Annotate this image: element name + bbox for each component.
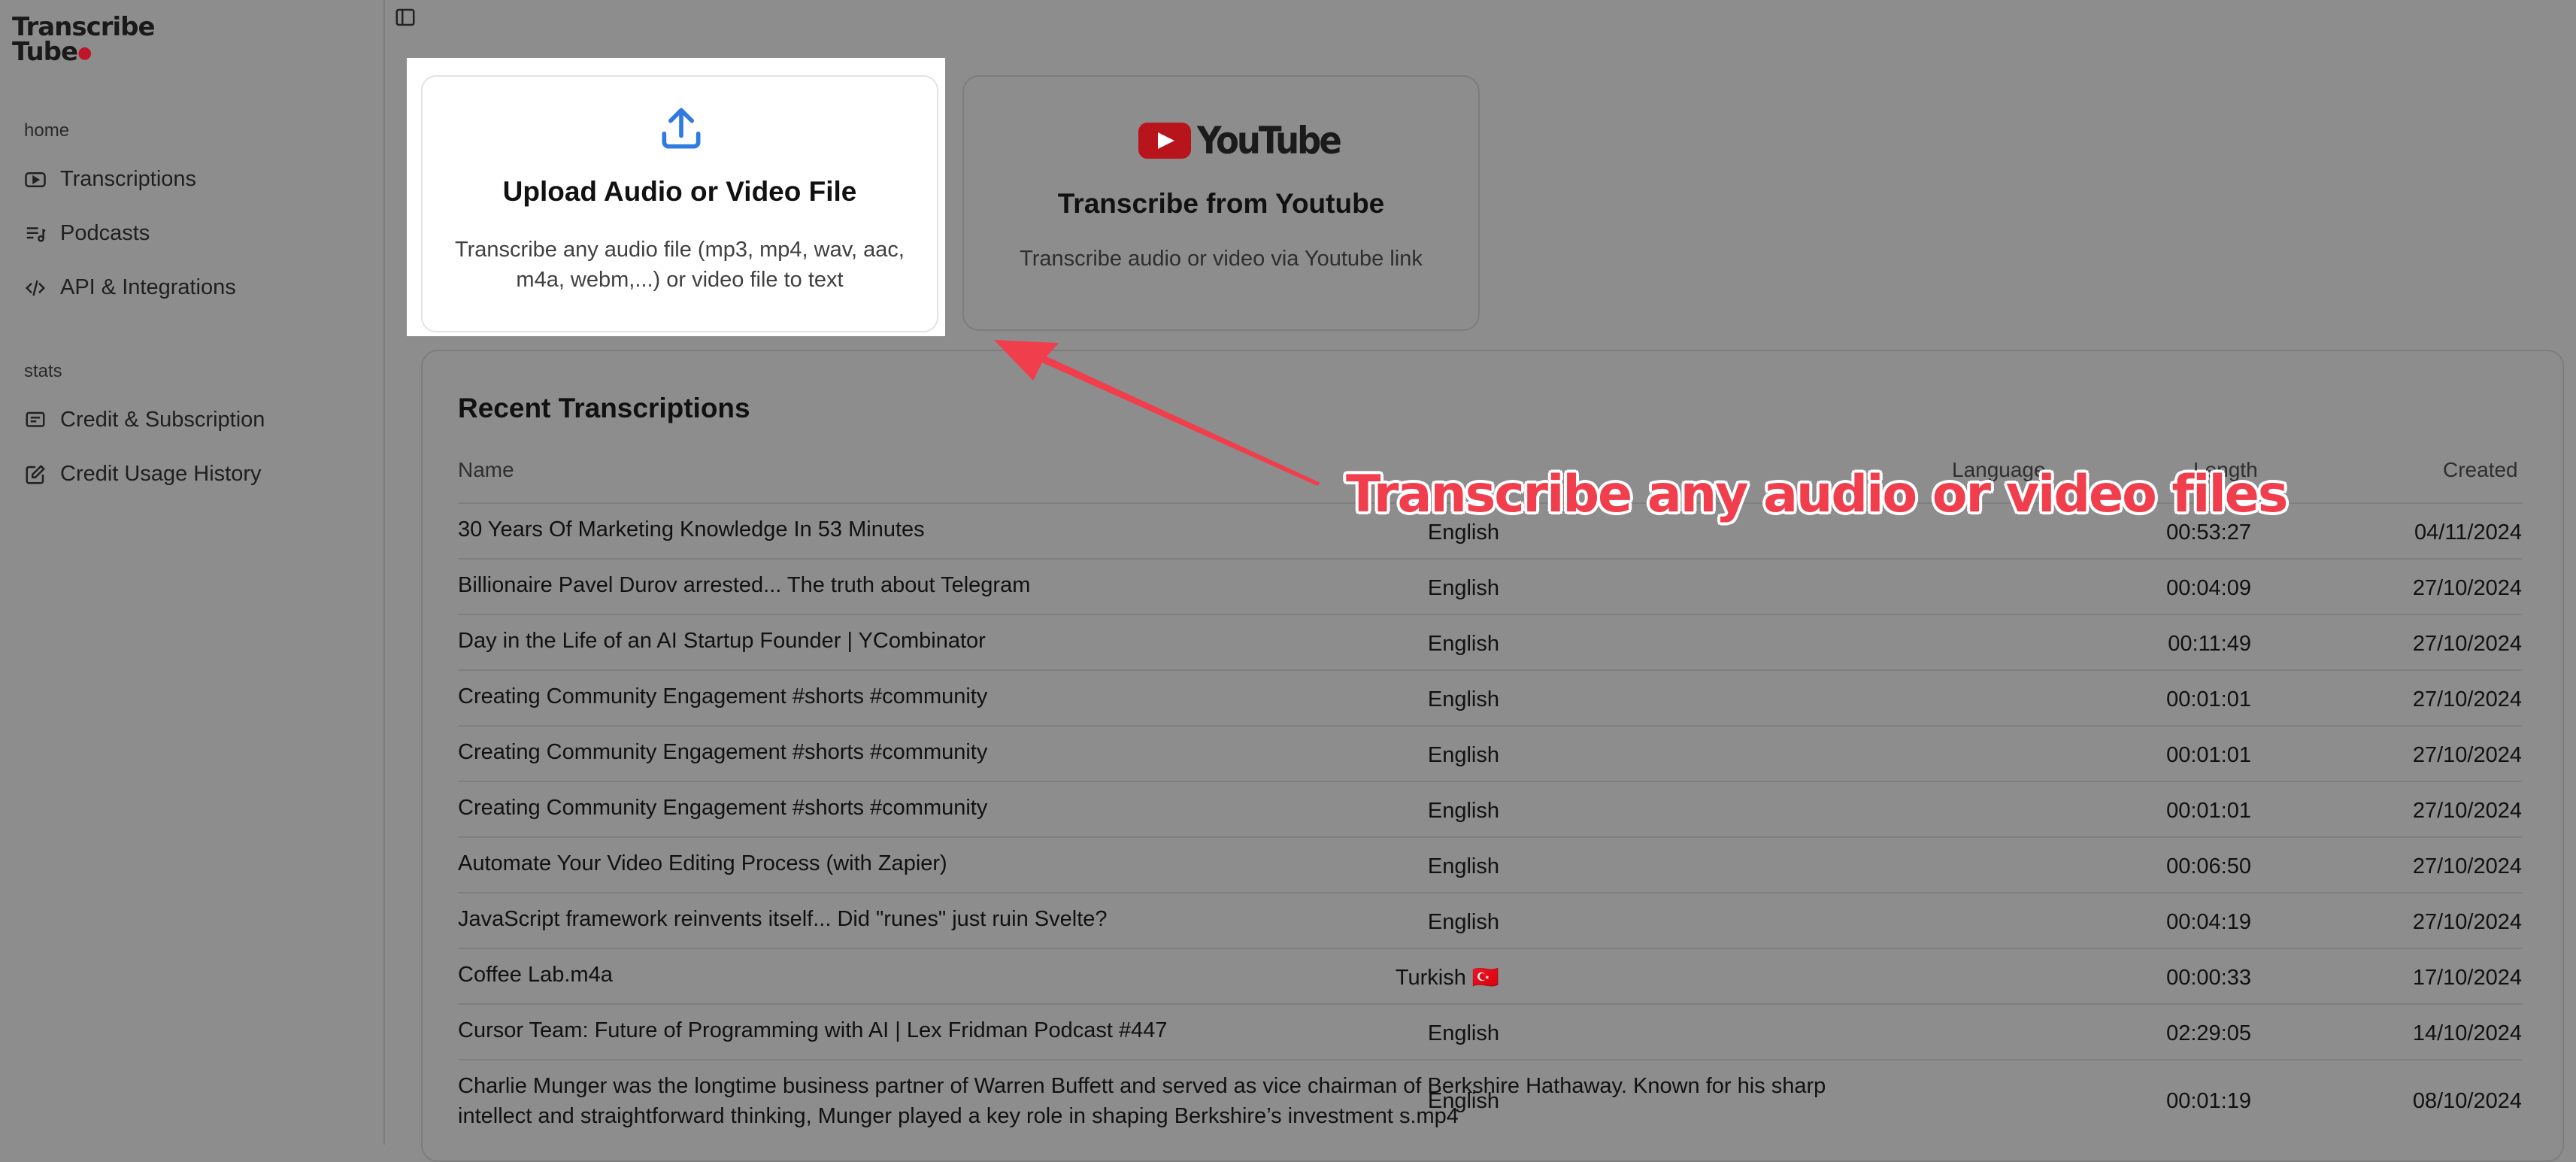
table-row[interactable]: Billionaire Pavel Durov arrested... The … <box>458 558 2522 615</box>
cell-name: Automate Your Video Editing Process (wit… <box>458 851 947 875</box>
cell-created: 27/10/2024 <box>2412 854 2522 878</box>
annotation-text: Transcribe any audio or video files <box>1346 465 2288 524</box>
cell-name: Cursor Team: Future of Programming with … <box>458 1018 1168 1042</box>
cell-created: 08/10/2024 <box>2412 1089 2522 1113</box>
cell-length: 00:00:33 <box>2166 966 2251 990</box>
sidebar-toggle-icon[interactable] <box>394 6 417 29</box>
upload-card-description: Transcribe any audio file (mp3, mp4, wav… <box>455 238 905 292</box>
cell-created: 27/10/2024 <box>2412 799 2522 823</box>
cell-length: 00:04:09 <box>2166 576 2251 600</box>
upload-file-card[interactable]: Upload Audio or Video File Transcribe an… <box>421 75 938 332</box>
cell-name: Coffee Lab.m4a <box>458 963 613 987</box>
youtube-logo: YouTube <box>1138 119 1342 162</box>
cell-language: English <box>1427 687 1499 711</box>
cell-name: Billionaire Pavel Durov arrested... The … <box>458 573 1031 597</box>
youtube-logo-text: YouTube <box>1197 119 1342 162</box>
youtube-play-icon <box>25 171 46 187</box>
upload-card-title: Upload Audio or Video File <box>502 176 857 207</box>
cell-name: Charlie Munger was the longtime business… <box>458 1074 1826 1128</box>
table-row[interactable]: Cursor Team: Future of Programming with … <box>458 1003 2522 1060</box>
sidebar-item-label: Credit & Subscription <box>60 408 265 432</box>
cell-language: Turkish 🇹🇷 <box>1395 966 1499 990</box>
sidebar-item-podcasts[interactable]: Podcasts <box>24 221 150 246</box>
cell-name: Creating Community Engagement #shorts #c… <box>458 796 988 820</box>
table-row[interactable]: Creating Community Engagement #shorts #c… <box>458 781 2522 838</box>
cell-name: Day in the Life of an AI Startup Founder… <box>458 629 986 653</box>
cell-name: Creating Community Engagement #shorts #c… <box>458 684 988 708</box>
cell-language: English <box>1427 632 1499 656</box>
cell-language: English <box>1427 1021 1499 1045</box>
cell-language: English <box>1427 1089 1499 1113</box>
logo-mark-icon: ● <box>77 44 92 62</box>
sidebar-item-credit-subscription[interactable]: Credit & Subscription <box>24 408 265 432</box>
cell-created: 27/10/2024 <box>2412 632 2522 656</box>
card-icon <box>26 411 45 427</box>
app-logo[interactable]: Transcribe Tube● <box>12 14 156 67</box>
cell-created: 27/10/2024 <box>2412 743 2522 767</box>
cell-language: English <box>1427 854 1499 878</box>
code-icon <box>25 280 46 296</box>
cell-created: 14/10/2024 <box>2412 1021 2522 1045</box>
cell-language: English <box>1427 576 1499 600</box>
cell-created: 27/10/2024 <box>2412 687 2522 711</box>
cell-length: 00:01:01 <box>2166 743 2251 767</box>
cell-created: 27/10/2024 <box>2412 576 2522 600</box>
cell-language: English <box>1427 743 1499 767</box>
cell-language: English <box>1427 910 1499 934</box>
cell-length: 00:06:50 <box>2166 854 2251 878</box>
sidebar-item-credit-usage[interactable]: Credit Usage History <box>24 462 262 487</box>
cell-name: JavaScript framework reinvents itself...… <box>458 907 1108 931</box>
table-row[interactable]: Creating Community Engagement #shorts #c… <box>458 669 2522 727</box>
youtube-card[interactable]: YouTube Transcribe from Youtube Transcri… <box>962 75 1480 331</box>
section-label-home: home <box>24 120 70 141</box>
cell-length: 02:29:05 <box>2166 1021 2251 1045</box>
cell-created: 27/10/2024 <box>2412 910 2522 934</box>
cell-length: 00:01:01 <box>2166 799 2251 823</box>
cell-length: 00:01:01 <box>2166 687 2251 711</box>
cell-length: 00:04:19 <box>2166 910 2251 934</box>
sidebar-item-api[interactable]: API & Integrations <box>24 275 236 300</box>
sidebar-item-label: Credit Usage History <box>60 462 262 486</box>
podcast-list-icon <box>26 226 46 242</box>
youtube-card-title: Transcribe from Youtube <box>1057 188 1385 219</box>
cell-length: 00:01:19 <box>2166 1089 2251 1113</box>
cell-language: English <box>1427 799 1499 823</box>
sidebar-item-label: Transcriptions <box>60 167 197 191</box>
table-row[interactable]: Coffee Lab.m4a Turkish 🇹🇷 00:00:33 17/10/20… <box>458 948 2522 1005</box>
cell-name: Creating Community Engagement #shorts #c… <box>458 740 988 764</box>
logo-line2: Tube <box>12 37 78 67</box>
sidebar: Transcribe Tube● home Transcriptions Pod… <box>0 0 385 1145</box>
column-header-created[interactable]: Created <box>2443 458 2518 482</box>
sidebar-item-label: API & Integrations <box>60 275 236 299</box>
table-row[interactable]: Creating Community Engagement #shorts #c… <box>458 725 2522 782</box>
annotation-arrow <box>994 340 1320 486</box>
table-row[interactable]: Charlie Munger was the longtime business… <box>458 1059 2522 1143</box>
column-header-name[interactable]: Name <box>458 458 514 482</box>
edit-square-icon <box>26 464 46 484</box>
sidebar-item-transcriptions[interactable]: Transcriptions <box>24 167 196 192</box>
cell-created: 04/11/2024 <box>2414 520 2522 545</box>
section-label-stats: stats <box>24 361 62 381</box>
cell-created: 17/10/2024 <box>2412 966 2522 990</box>
upload-icon <box>662 108 701 149</box>
cell-length: 00:11:49 <box>2168 632 2251 656</box>
youtube-card-description: Transcribe audio or video via Youtube li… <box>1020 247 1423 271</box>
sidebar-item-label: Podcasts <box>60 221 150 245</box>
table-row[interactable]: Automate Your Video Editing Process (wit… <box>458 836 2522 893</box>
recent-transcriptions-title: Recent Transcriptions <box>458 393 750 423</box>
table-row[interactable]: Day in the Life of an AI Startup Founder… <box>458 614 2522 671</box>
youtube-play-icon <box>1138 123 1191 159</box>
table-row[interactable]: JavaScript framework reinvents itself...… <box>458 892 2522 949</box>
